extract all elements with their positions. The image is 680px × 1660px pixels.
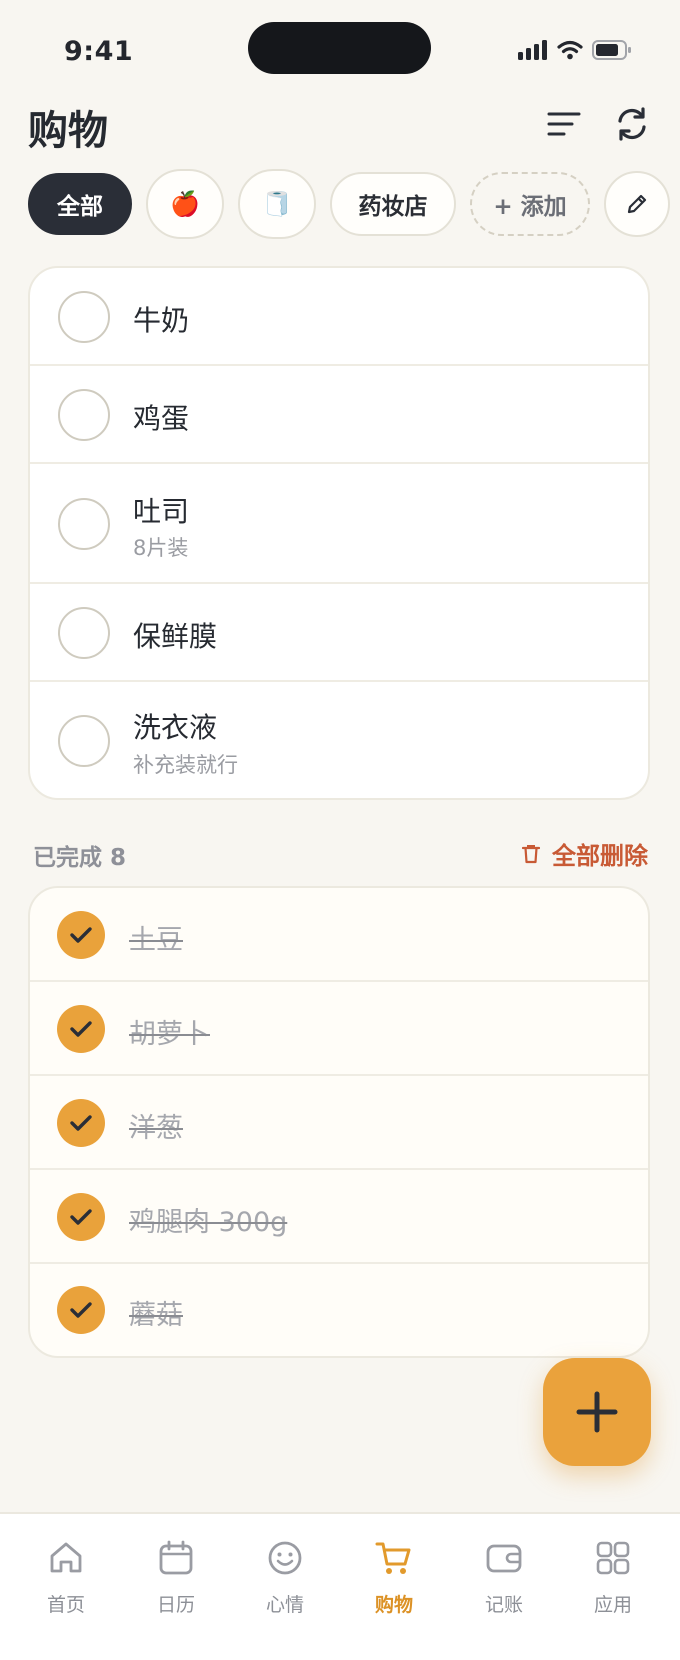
tab-label: 心情 [265,1594,304,1616]
checked-checkbox[interactable] [57,1286,105,1334]
list-item[interactable]: 鸡蛋 [30,366,648,464]
home-icon [50,1542,82,1573]
checkbox[interactable] [58,715,110,767]
cart-icon [375,1542,411,1574]
item-note: 补充装就行 [133,753,238,777]
tab-home[interactable]: 首页 [16,1536,116,1617]
item-name: 土豆 [129,925,183,956]
check-icon [70,1115,92,1131]
list-item[interactable]: 吐司 8片装 [30,464,648,584]
sort-button[interactable] [544,104,584,144]
edit-categories-button[interactable] [604,171,670,237]
chip-all[interactable]: 全部 [28,173,132,235]
pending-list: 牛奶 鸡蛋 吐司 8片装 保鲜膜 洗衣液 补充装就行 [28,266,650,800]
checkbox[interactable] [58,389,110,441]
tab-accounting[interactable]: 记账 [454,1536,554,1617]
item-name: 洋葱 [129,1113,183,1144]
checked-checkbox[interactable] [57,1005,105,1053]
signal-icon [518,40,548,64]
checkbox[interactable] [58,291,110,343]
checkbox[interactable] [58,607,110,659]
chip-household[interactable]: 🧻 [238,169,316,239]
list-item[interactable]: 蘑菇 [30,1264,648,1356]
item-name: 洗衣液 [133,711,218,744]
status-time: 9:41 [64,36,134,67]
chip-fruit[interactable]: 🍎 [146,169,224,239]
page-title: 购物 [28,108,108,154]
checked-checkbox[interactable] [57,1099,105,1147]
list-item[interactable]: 洗衣液 补充装就行 [30,682,648,798]
checkbox[interactable] [58,498,110,550]
add-category-button[interactable]: + 添加 [470,172,590,236]
tab-label: 应用 [593,1594,632,1616]
battery-icon [592,40,632,64]
checked-checkbox[interactable] [57,1193,105,1241]
check-icon [70,1021,92,1037]
tab-bar: 首页 日历 心情 购物 记账 应用 [0,1512,680,1660]
item-name: 牛奶 [133,304,190,337]
delete-all-button[interactable]: 全部删除 [522,836,648,871]
check-icon [70,1302,92,1318]
tissue-icon: 🧻 [262,190,292,218]
tab-label: 日历 [156,1594,195,1616]
check-icon [70,1209,92,1225]
apple-icon: 🍎 [170,190,200,218]
item-name: 鸡腿肉 300g [129,1207,288,1238]
trash-icon [522,844,540,863]
wallet-icon [486,1544,522,1573]
tab-label: 首页 [46,1594,85,1616]
check-icon [70,927,92,943]
completed-count: 已完成 8 [33,845,127,871]
tab-apps[interactable]: 应用 [563,1536,663,1617]
sort-icon [547,112,581,136]
item-name: 吐司 [133,495,190,528]
list-item[interactable]: 牛奶 [30,268,648,366]
dynamic-island [248,22,431,74]
refresh-icon [618,107,646,141]
add-item-button[interactable] [543,1358,651,1466]
item-note: 8片装 [133,536,189,560]
plus-icon [576,1391,618,1433]
checked-checkbox[interactable] [57,911,105,959]
tab-label: 购物 [374,1594,413,1616]
status-bar: 9:41 [0,0,680,90]
completed-list: 土豆 胡萝卜 洋葱 鸡腿肉 300g 蘑菇 [28,886,650,1358]
tab-calendar[interactable]: 日历 [126,1536,226,1617]
refresh-button[interactable] [612,104,652,144]
filter-chips: 全部 🍎 🧻 药妆店 + 添加 [28,169,670,239]
item-name: 鸡蛋 [133,402,190,435]
status-icons [518,40,632,64]
tab-label: 记账 [484,1594,523,1616]
item-name: 蘑菇 [129,1300,183,1331]
calendar-icon [159,1540,193,1575]
smile-icon [268,1541,302,1575]
tab-mood[interactable]: 心情 [235,1536,335,1617]
delete-all-label: 全部删除 [552,842,648,870]
wifi-icon [557,40,583,64]
list-item[interactable]: 保鲜膜 [30,584,648,682]
pencil-icon [627,194,647,214]
list-item[interactable]: 鸡腿肉 300g [30,1170,648,1264]
apps-icon [596,1541,630,1575]
list-item[interactable]: 洋葱 [30,1076,648,1170]
item-name: 胡萝卜 [129,1019,210,1050]
list-item[interactable]: 土豆 [30,888,648,982]
tab-shopping[interactable]: 购物 [344,1536,444,1617]
list-item[interactable]: 胡萝卜 [30,982,648,1076]
item-name: 保鲜膜 [133,620,218,653]
chip-pharmacy[interactable]: 药妆店 [330,172,456,236]
